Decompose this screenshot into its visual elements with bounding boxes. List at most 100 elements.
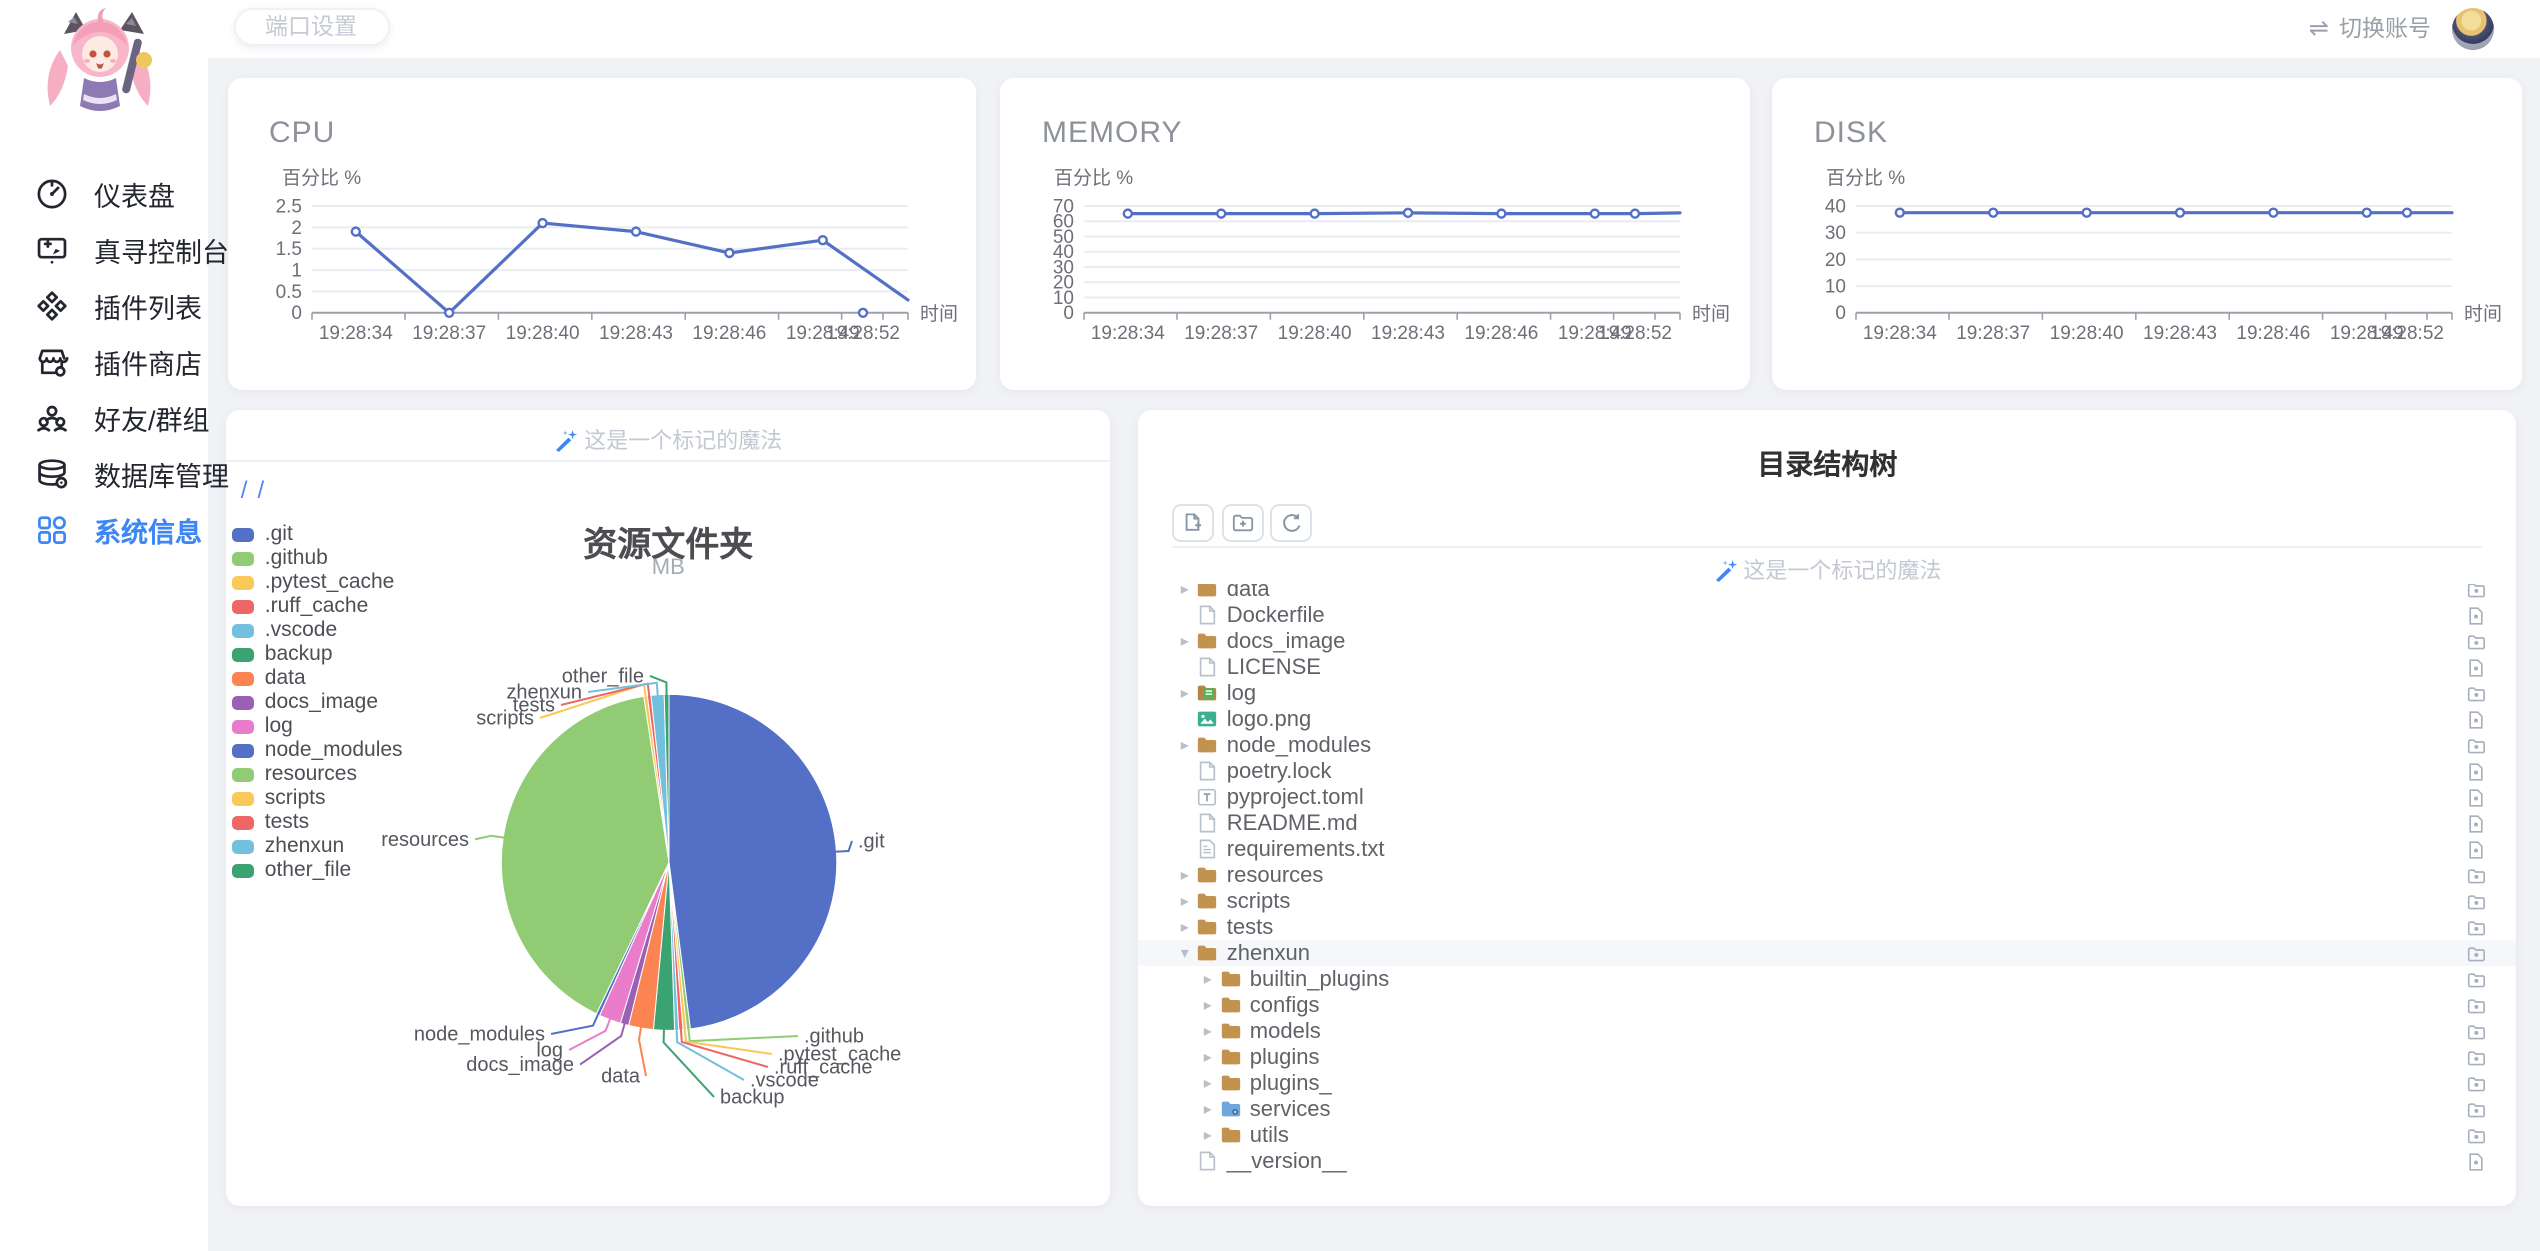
toml-icon <box>1197 787 1219 809</box>
tree-row-docs_image[interactable]: ▸ docs_image <box>1139 629 2516 655</box>
caret-right-icon[interactable]: ▸ <box>1177 737 1193 755</box>
caret-right-icon[interactable]: ▸ <box>1177 919 1193 937</box>
tree-row-log[interactable]: ▸ log <box>1139 681 2516 707</box>
caret-right-icon[interactable]: ▸ <box>1177 685 1193 703</box>
port-settings-button[interactable]: 端口设置 <box>233 7 389 46</box>
caret-down-icon[interactable]: ▾ <box>1177 945 1193 963</box>
sidebar-item-plugin-list[interactable]: 插件列表 <box>0 278 208 334</box>
tree-row-zhenxun[interactable]: ▾ zhenxun <box>1138 940 2516 967</box>
download-icon[interactable] <box>2467 866 2487 886</box>
sidebar-item-friends-groups[interactable]: 好友/群组 <box>0 390 210 446</box>
tree-row-node_modules[interactable]: ▸ node_modules <box>1139 733 2516 759</box>
sidebar-item-plugin-store[interactable]: 插件商店 <box>0 334 208 390</box>
tree-row-LICENSE[interactable]: LICENSE <box>1139 655 2516 681</box>
switch-account-button[interactable]: 切换账号 <box>2339 13 2431 45</box>
sidebar-item-label: 好友/群组 <box>94 406 210 436</box>
tree-row-logo.png[interactable]: logo.png <box>1139 707 2516 733</box>
download-icon[interactable] <box>2467 970 2487 990</box>
download-icon[interactable] <box>2467 658 2487 678</box>
tree-row-__version__[interactable]: __version__ <box>1139 1149 2516 1175</box>
tree-row-tests[interactable]: ▸ tests <box>1139 915 2516 941</box>
folder-plus-icon <box>1232 515 1253 533</box>
svg-text:backup: backup <box>721 1086 785 1108</box>
download-icon[interactable] <box>2467 892 2487 912</box>
download-icon[interactable] <box>2467 1126 2487 1146</box>
download-icon[interactable] <box>2467 1100 2487 1120</box>
download-icon[interactable] <box>2467 1152 2487 1172</box>
tree-row-services[interactable]: ▸ services <box>1139 1097 2516 1123</box>
tree-row-requirements.txt[interactable]: requirements.txt <box>1139 837 2516 863</box>
tree-row-configs[interactable]: ▸ configs <box>1139 993 2516 1019</box>
tree-row-pyproject.toml[interactable]: pyproject.toml <box>1139 785 2516 811</box>
svg-text:node_modules: node_modules <box>415 1023 546 1045</box>
caret-right-icon[interactable]: ▸ <box>1200 1049 1216 1067</box>
download-icon[interactable] <box>2467 606 2487 626</box>
folder-icon <box>1220 1021 1242 1043</box>
download-icon[interactable] <box>2467 583 2487 600</box>
download-icon[interactable] <box>2467 762 2487 782</box>
tree-row-label: __version__ <box>1226 1149 1347 1174</box>
new-file-button[interactable] <box>1172 504 1215 543</box>
tree-row-label: services <box>1249 1097 1331 1122</box>
tree-row-label: docs_image <box>1226 629 1346 654</box>
caret-right-icon[interactable]: ▸ <box>1200 1127 1216 1145</box>
sidebar-item-database[interactable]: 数据库管理 <box>0 446 229 502</box>
caret-right-icon[interactable]: ▸ <box>1177 893 1193 911</box>
tree-row-data[interactable]: ▸ data <box>1139 583 2516 603</box>
tree-row-Dockerfile[interactable]: Dockerfile <box>1139 603 2516 629</box>
folder-icon <box>1197 735 1219 757</box>
caret-right-icon[interactable]: ▸ <box>1177 867 1193 885</box>
download-icon[interactable] <box>2467 684 2487 704</box>
download-icon[interactable] <box>2467 944 2487 964</box>
svg-text:0: 0 <box>1835 303 1846 324</box>
user-avatar[interactable] <box>2451 7 2493 50</box>
tree-row-plugins_[interactable]: ▸ plugins_ <box>1139 1071 2516 1097</box>
tree-row-poetry.lock[interactable]: poetry.lock <box>1139 759 2516 785</box>
download-icon[interactable] <box>2467 710 2487 730</box>
sidebar-item-console[interactable]: 真寻控制台 <box>0 222 229 278</box>
download-icon[interactable] <box>2467 814 2487 834</box>
tree-row-label: node_modules <box>1226 733 1372 758</box>
svg-text:19:28:43: 19:28:43 <box>598 323 672 344</box>
refresh-button[interactable] <box>1270 504 1313 543</box>
svg-text:19:28:52: 19:28:52 <box>825 323 899 344</box>
tree-row-models[interactable]: ▸ models <box>1139 1019 2516 1045</box>
tree-row-utils[interactable]: ▸ utils <box>1139 1123 2516 1149</box>
download-icon[interactable] <box>2467 788 2487 808</box>
caret-right-icon[interactable]: ▸ <box>1177 584 1193 599</box>
caret-right-icon[interactable]: ▸ <box>1200 997 1216 1015</box>
download-icon[interactable] <box>2467 1022 2487 1042</box>
folder-services-icon <box>1220 1099 1242 1121</box>
download-icon[interactable] <box>2467 632 2487 652</box>
tree-row-plugins[interactable]: ▸ plugins <box>1139 1045 2516 1071</box>
sidebar-item-label: 仪表盘 <box>94 182 175 212</box>
tree-row-scripts[interactable]: ▸ scripts <box>1139 889 2516 915</box>
caret-right-icon[interactable]: ▸ <box>1200 971 1216 989</box>
caret-right-icon[interactable]: ▸ <box>1177 633 1193 651</box>
folder-icon <box>1197 583 1219 601</box>
tree-row-README.md[interactable]: README.md <box>1139 811 2516 837</box>
svg-text:时间: 时间 <box>919 303 957 325</box>
folder-icon <box>1220 1125 1242 1147</box>
tree-row-builtin_plugins[interactable]: ▸ builtin_plugins <box>1139 967 2516 993</box>
tree-row-label: log <box>1226 681 1257 706</box>
caret-right-icon[interactable]: ▸ <box>1200 1075 1216 1093</box>
tree-toolbar <box>1172 504 1313 543</box>
tree-row-label: pyproject.toml <box>1226 785 1364 810</box>
magic-wand-icon <box>1715 559 1737 582</box>
new-folder-button[interactable] <box>1221 504 1264 543</box>
download-icon[interactable] <box>2467 736 2487 756</box>
resource-folders-pie-chart[interactable]: .git.github.pytest_cache.ruff_cache.vsco… <box>227 410 1110 1205</box>
refresh-icon <box>1283 514 1302 533</box>
download-icon[interactable] <box>2467 1048 2487 1068</box>
download-icon[interactable] <box>2467 918 2487 938</box>
tree-row-resources[interactable]: ▸ resources <box>1139 863 2516 889</box>
download-icon[interactable] <box>2467 996 2487 1016</box>
sidebar-item-dashboard[interactable]: 仪表盘 <box>0 166 208 222</box>
download-icon[interactable] <box>2467 1074 2487 1094</box>
download-icon[interactable] <box>2467 840 2487 860</box>
caret-right-icon[interactable]: ▸ <box>1200 1023 1216 1041</box>
caret-right-icon[interactable]: ▸ <box>1200 1101 1216 1119</box>
svg-text:19:28:37: 19:28:37 <box>1956 323 2030 344</box>
sidebar-item-system-info[interactable]: 系统信息 <box>0 502 208 558</box>
